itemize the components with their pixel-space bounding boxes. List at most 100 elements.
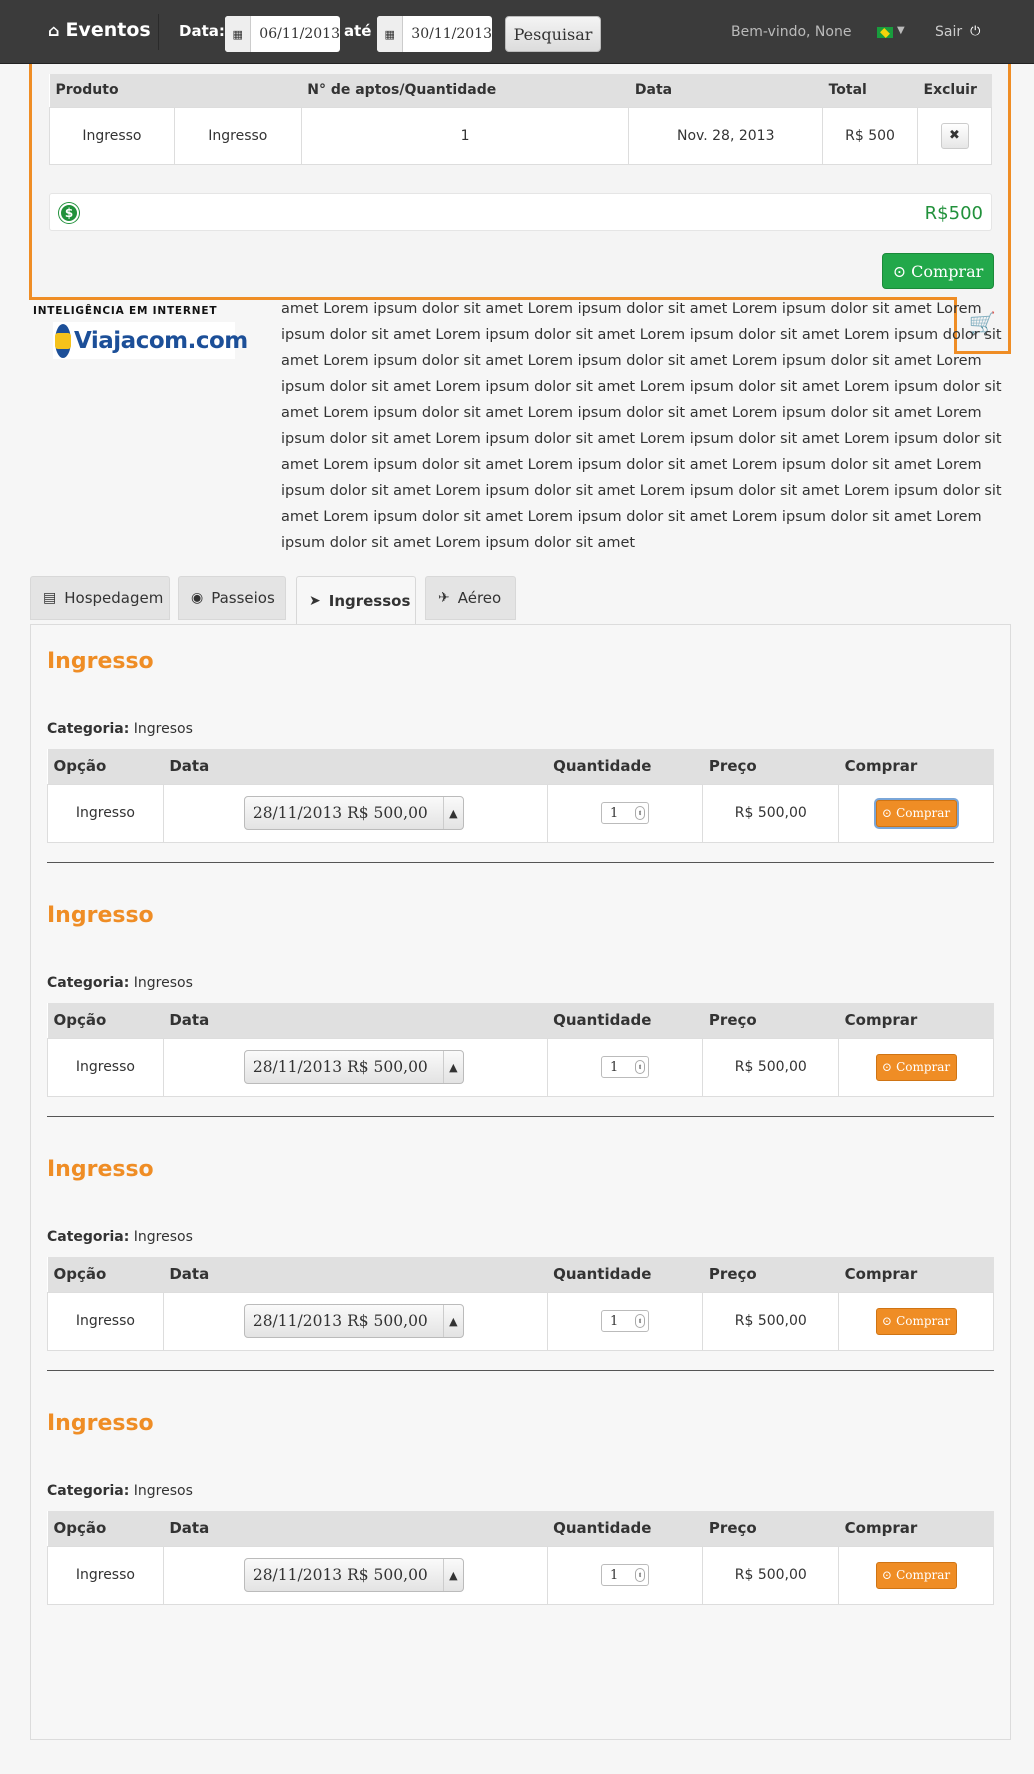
category-label: Categoria: bbox=[47, 1229, 130, 1245]
buy-cell: ⊙ Comprar bbox=[838, 1291, 994, 1351]
home-icon: ⌂ bbox=[48, 20, 60, 40]
bed-icon: ▤ bbox=[43, 590, 57, 606]
quantity-stepper[interactable]: 1 ⇕ bbox=[601, 1310, 649, 1332]
brand-link[interactable]: ⌂ Eventos bbox=[48, 19, 151, 41]
logo-name: Viajacom.com bbox=[74, 327, 248, 354]
category-tabs: ▤ Hospedagem ◉ Passeios ➤ Ingressos ✈ Aé… bbox=[30, 576, 1010, 625]
tab-ingressos[interactable]: ➤ Ingressos bbox=[296, 576, 416, 625]
buy-button[interactable]: ⊙ Comprar bbox=[875, 1561, 957, 1589]
calendar-icon: ▦ bbox=[225, 16, 252, 52]
power-icon: ⏻ bbox=[970, 24, 981, 39]
category-value: Ingresos bbox=[133, 721, 193, 737]
welcome-text: Bem-vindo, None bbox=[731, 24, 852, 40]
col-data: Data bbox=[163, 1257, 548, 1292]
product-title: Ingresso bbox=[47, 1157, 154, 1182]
date-select[interactable]: 28/11/2013 R$ 500,00 ▲︎ bbox=[243, 1558, 464, 1592]
cart-header-blank bbox=[174, 74, 302, 107]
check-circle-icon: ⊙ bbox=[882, 806, 893, 820]
product-section: Ingresso Categoria: Ingresos Opção Data … bbox=[47, 1387, 994, 1647]
cart-header-data: Data bbox=[628, 74, 823, 107]
cart-panel: Produto N° de aptos/Quantidade Data Tota… bbox=[29, 64, 1011, 300]
date-to-input[interactable]: ▦ 30/11/2013 bbox=[377, 16, 492, 52]
logout-label: Sair bbox=[935, 24, 963, 40]
col-opcao: Opção bbox=[47, 1511, 164, 1546]
spinner-icon[interactable]: ⇕ bbox=[635, 1568, 645, 1582]
option-cell: Ingresso bbox=[47, 783, 164, 843]
col-preco: Preço bbox=[702, 1257, 839, 1292]
cart-header-produto: Produto bbox=[49, 74, 175, 107]
product-category: Categoria: Ingresos bbox=[47, 1229, 193, 1245]
section-divider bbox=[47, 862, 994, 863]
checkout-label: Comprar bbox=[911, 261, 984, 281]
search-button[interactable]: Pesquisar bbox=[505, 16, 601, 52]
buy-cell: ⊙ Comprar bbox=[838, 783, 994, 843]
quantity-stepper[interactable]: 1 ⇕ bbox=[601, 802, 649, 824]
tab-content-ingressos: Ingresso Categoria: Ingresos Opção Data … bbox=[30, 624, 1011, 1740]
spinner-icon[interactable]: ⇕ bbox=[635, 806, 645, 820]
cart-cell-total: R$ 500 bbox=[822, 106, 918, 165]
quantity-stepper[interactable]: 1 ⇕ bbox=[601, 1564, 649, 1586]
logout-link[interactable]: Sair ⏻ bbox=[935, 24, 980, 40]
cart-cell-excluir: ✖ bbox=[917, 106, 992, 165]
plane-icon: ✈ bbox=[438, 590, 450, 606]
col-opcao: Opção bbox=[47, 749, 164, 784]
product-category: Categoria: Ingresos bbox=[47, 975, 193, 991]
col-comprar: Comprar bbox=[838, 1257, 994, 1292]
cart-total-bar: $ R$500 bbox=[49, 193, 992, 231]
brazil-flag-icon[interactable] bbox=[877, 27, 893, 38]
buy-label: Comprar bbox=[896, 1568, 951, 1582]
date-label: Data: bbox=[179, 22, 225, 40]
table-row: Ingresso 28/11/2013 R$ 500,00 ▲︎ 1 ⇕ R$ 50… bbox=[47, 1037, 994, 1097]
col-quantidade: Quantidade bbox=[547, 1257, 703, 1292]
tab-hospedagem[interactable]: ▤ Hospedagem bbox=[30, 576, 170, 620]
date-select[interactable]: 28/11/2013 R$ 500,00 ▲︎ bbox=[243, 1050, 464, 1084]
nav-divider bbox=[158, 14, 159, 50]
spinner-icon[interactable]: ⇕ bbox=[635, 1314, 645, 1328]
quantity-cell: 1 ⇕ bbox=[546, 783, 704, 843]
logo-tagline: INTELIGÊNCIA EM INTERNET bbox=[33, 305, 218, 317]
options-table: Opção Data Quantidade Preço Comprar Ingr… bbox=[47, 749, 994, 843]
buy-cell: ⊙ Comprar bbox=[838, 1037, 994, 1097]
event-description: amet Lorem ipsum dolor sit amet Lorem ip… bbox=[281, 301, 1002, 551]
buy-button[interactable]: ⊙ Comprar bbox=[875, 1053, 957, 1081]
buy-button[interactable]: ⊙ Comprar bbox=[875, 799, 957, 827]
date-select-value: 28/11/2013 R$ 500,00 bbox=[252, 1058, 428, 1076]
price-cell: R$ 500,00 bbox=[702, 1037, 840, 1097]
quantity-value: 1 bbox=[610, 1567, 619, 1583]
table-row: Ingresso 28/11/2013 R$ 500,00 ▲︎ 1 ⇕ R$ 50… bbox=[47, 1545, 994, 1605]
col-opcao: Opção bbox=[47, 1257, 164, 1292]
check-circle-icon: ⊙ bbox=[892, 261, 907, 281]
product-title: Ingresso bbox=[47, 903, 154, 928]
tab-aereo[interactable]: ✈ Aéreo bbox=[425, 576, 516, 620]
tab-label: Aéreo bbox=[457, 589, 502, 607]
spinner-icon[interactable]: ⇕ bbox=[635, 1060, 645, 1074]
chevron-down-icon[interactable]: ▼ bbox=[897, 25, 905, 36]
section-divider bbox=[47, 1116, 994, 1117]
table-row: Ingresso 28/11/2013 R$ 500,00 ▲︎ 1 ⇕ R$ 50… bbox=[47, 783, 994, 843]
quantity-value: 1 bbox=[610, 805, 619, 821]
ticket-icon: ➤ bbox=[309, 592, 321, 609]
tab-passeios[interactable]: ◉ Passeios bbox=[178, 576, 286, 620]
buy-label: Comprar bbox=[896, 1314, 951, 1328]
tab-label: Ingressos bbox=[328, 591, 411, 610]
date-select[interactable]: 28/11/2013 R$ 500,00 ▲︎ bbox=[243, 796, 464, 830]
date-to-value: 30/11/2013 bbox=[411, 26, 492, 42]
col-data: Data bbox=[163, 749, 548, 784]
date-select[interactable]: 28/11/2013 R$ 500,00 ▲︎ bbox=[243, 1304, 464, 1338]
product-title: Ingresso bbox=[47, 1411, 154, 1436]
buy-button[interactable]: ⊙ Comprar bbox=[875, 1307, 957, 1335]
cart-header-total: Total bbox=[822, 74, 918, 107]
checkout-button[interactable]: ⊙ Comprar bbox=[882, 253, 994, 289]
camera-icon: ◉ bbox=[191, 590, 204, 606]
col-preco: Preço bbox=[702, 749, 839, 784]
price-cell: R$ 500,00 bbox=[702, 1291, 840, 1351]
col-comprar: Comprar bbox=[838, 1511, 994, 1546]
tab-label: Hospedagem bbox=[64, 589, 164, 607]
date-from-input[interactable]: ▦ 06/11/2013 bbox=[225, 16, 340, 52]
col-preco: Preço bbox=[702, 1003, 839, 1038]
col-data: Data bbox=[163, 1511, 548, 1546]
remove-item-button[interactable]: ✖ bbox=[940, 122, 969, 149]
quantity-stepper[interactable]: 1 ⇕ bbox=[601, 1056, 649, 1078]
options-table: Opção Data Quantidade Preço Comprar Ingr… bbox=[47, 1511, 994, 1605]
quantity-cell: 1 ⇕ bbox=[546, 1037, 704, 1097]
